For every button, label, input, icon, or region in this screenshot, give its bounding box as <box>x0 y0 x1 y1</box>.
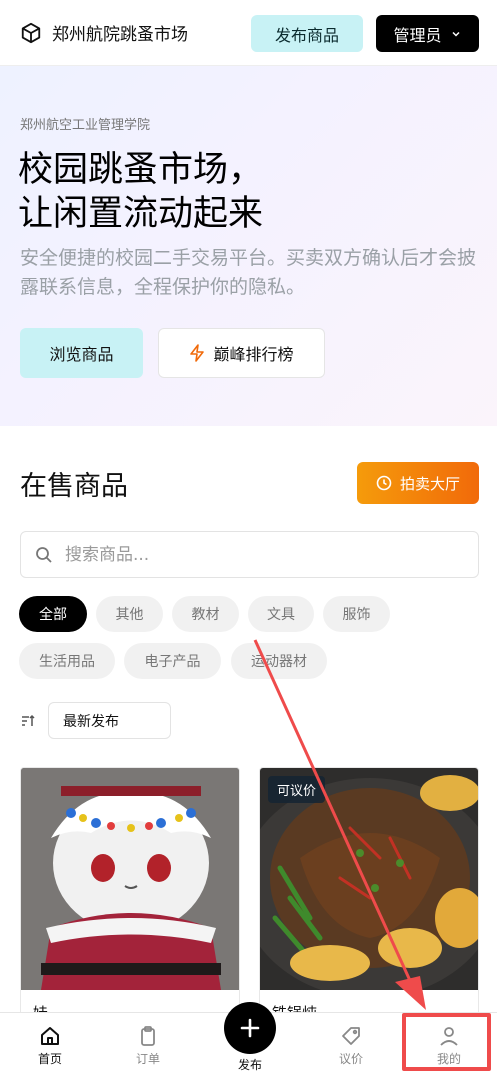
nav-orders[interactable]: 订单 <box>108 1013 188 1077</box>
search-icon <box>36 546 52 563</box>
category-chip-electronics[interactable]: 电子产品 <box>124 643 221 679</box>
chevron-down-icon <box>451 31 460 37</box>
publish-fab-button[interactable] <box>224 1002 276 1054</box>
package-icon <box>21 22 41 43</box>
publish-product-button[interactable]: 发布商品 <box>251 15 363 52</box>
publish-fab-label: 发布 <box>237 1058 262 1072</box>
clock-icon <box>376 475 392 491</box>
brand[interactable]: 郑州航院跳蚤市场 <box>20 20 188 45</box>
category-chip-clothing[interactable]: 服饰 <box>323 596 390 632</box>
hero-description: 安全便捷的校园二手交易平台。买卖双方确认后才会披露联系信息，全程保护你的隐私。 <box>20 247 477 298</box>
plush-doll-illustration <box>21 768 239 990</box>
annotation-highlight-box <box>402 1013 491 1071</box>
category-chip-other[interactable]: 其他 <box>96 596 163 632</box>
search-box[interactable] <box>20 531 479 578</box>
hero-banner: 郑州航空工业管理学院 校园跳蚤市场， 让闲置流动起来 安全便捷的校园二手交易平台… <box>0 66 497 426</box>
nav-bargain[interactable]: 议价 <box>311 1013 391 1077</box>
nav-home[interactable]: 首页 <box>10 1013 90 1077</box>
category-chip-all[interactable]: 全部 <box>19 596 87 632</box>
browse-products-button[interactable]: 浏览商品 <box>20 328 143 378</box>
lightning-icon <box>190 344 205 362</box>
search-input[interactable] <box>65 544 445 565</box>
auction-hall-label: 拍卖大厅 <box>399 474 460 493</box>
nav-home-label: 首页 <box>37 1052 62 1066</box>
plus-icon <box>240 1018 260 1038</box>
nav-orders-label: 订单 <box>135 1052 160 1066</box>
admin-label: 管理员 <box>393 25 442 45</box>
nav-bargain-label: 议价 <box>338 1052 363 1066</box>
product-card[interactable]: 可议价 铁锅炖 <box>259 767 479 1017</box>
leaderboard-button[interactable]: 巅峰排行榜 <box>158 328 325 378</box>
sort-select[interactable]: 最新发布 <box>48 702 171 739</box>
clipboard-icon <box>141 1026 155 1046</box>
school-name: 郑州航空工业管理学院 <box>20 118 151 133</box>
negotiable-badge: 可议价 <box>268 776 326 803</box>
category-chip-stationery[interactable]: 文具 <box>248 596 314 632</box>
category-chip-sports[interactable]: 运动器材 <box>231 643 327 679</box>
tag-icon <box>342 1027 360 1045</box>
hero-title-line2: 让闲置流动起来 <box>18 194 264 234</box>
auction-hall-button[interactable]: 拍卖大厅 <box>357 462 479 504</box>
sort-icon[interactable] <box>20 713 36 729</box>
product-card[interactable]: 娃 <box>20 767 240 1017</box>
home-icon <box>41 1027 59 1045</box>
category-chip-textbooks[interactable]: 教材 <box>172 596 239 632</box>
leaderboard-label: 巅峰排行榜 <box>213 345 294 364</box>
brand-title: 郑州航院跳蚤市场 <box>52 25 188 45</box>
product-image: 可议价 <box>260 768 478 990</box>
sort-row: 最新发布 <box>20 702 171 739</box>
hero-title: 校园跳蚤市场， 让闲置流动起来 <box>18 148 263 236</box>
category-chip-daily-goods[interactable]: 生活用品 <box>19 643 115 679</box>
section-title: 在售商品 <box>20 471 128 502</box>
admin-menu-button[interactable]: 管理员 <box>376 15 479 52</box>
product-image <box>21 768 239 990</box>
hero-title-line1: 校园跳蚤市场， <box>18 150 264 190</box>
